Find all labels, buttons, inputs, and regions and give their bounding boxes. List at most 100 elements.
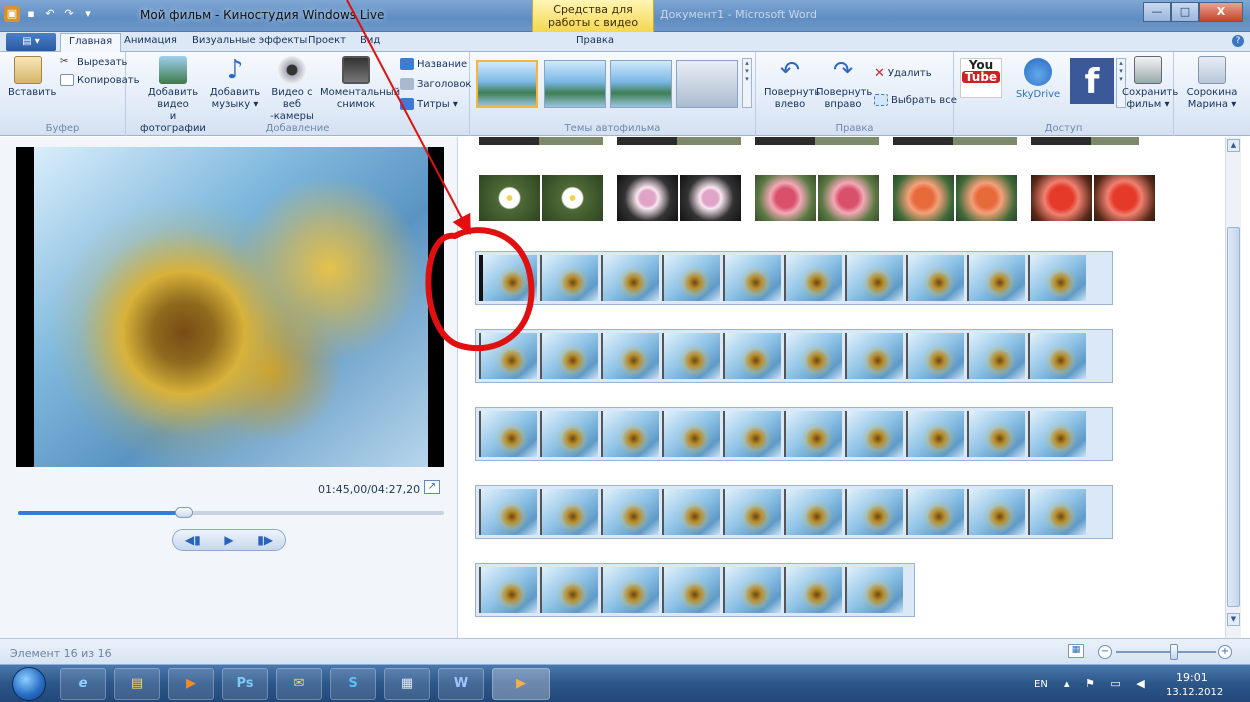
rotate-left-button[interactable]: ↶ Повернуть влево bbox=[764, 56, 820, 111]
video-clip-strip-3[interactable] bbox=[475, 407, 1113, 461]
clock-date[interactable]: 13.12.2012 bbox=[1166, 687, 1223, 698]
prev-frame-icon[interactable]: ◀▮ bbox=[185, 533, 201, 547]
tab-visual-effects[interactable]: Визуальные эффекты bbox=[192, 35, 307, 46]
video-frame bbox=[601, 255, 659, 301]
app-menu-button[interactable]: ▤ ▾ bbox=[6, 33, 56, 51]
video-frame bbox=[662, 255, 720, 301]
add-music-button[interactable]: ♪ Добавить музыку ▾ bbox=[206, 56, 264, 111]
rotate-right-button[interactable]: ↷ Повернуть вправо bbox=[816, 56, 872, 111]
save-icon[interactable]: ▪ bbox=[23, 6, 39, 22]
calculator-icon[interactable]: ▦ bbox=[384, 668, 430, 700]
skydrive-button[interactable]: SkyDrive bbox=[1010, 58, 1066, 101]
tab-animation[interactable]: Анимация bbox=[124, 35, 177, 46]
maximize-button[interactable]: □ bbox=[1171, 2, 1199, 22]
qat-dropdown-icon[interactable]: ▾ bbox=[80, 6, 96, 22]
caption-button[interactable]: Название bbox=[400, 58, 467, 70]
zoom-slider-track[interactable] bbox=[1116, 651, 1216, 653]
video-frame bbox=[662, 411, 720, 457]
photo-clip-red-rose[interactable] bbox=[1031, 175, 1155, 221]
video-frame bbox=[540, 411, 598, 457]
theme-contemporary[interactable] bbox=[544, 60, 606, 108]
mail-icon[interactable]: ✉ bbox=[276, 668, 322, 700]
next-frame-icon[interactable]: ▮▶ bbox=[257, 533, 273, 547]
movie-maker-icon[interactable]: ▶ bbox=[492, 668, 550, 700]
select-all-button[interactable]: Выбрать все bbox=[874, 94, 957, 106]
storyboard bbox=[459, 137, 1225, 638]
video-frame bbox=[662, 567, 720, 613]
video-frame bbox=[906, 333, 964, 379]
media-player-icon[interactable]: ▶ bbox=[168, 668, 214, 700]
explorer-icon[interactable]: ▤ bbox=[114, 668, 160, 700]
save-movie-button[interactable]: Сохранить фильм ▾ bbox=[1122, 56, 1178, 111]
video-frame bbox=[845, 489, 903, 535]
tray-icons[interactable]: ▴ ⚑ ▭ ◀ bbox=[1064, 677, 1151, 690]
user-account-button[interactable]: Сорокина Марина ▾ bbox=[1180, 56, 1244, 111]
video-frame bbox=[845, 333, 903, 379]
main-area: 01:45,00/04:27,20 ↗ ◀▮ ▶ ▮▶ ▲ ▼ bbox=[0, 137, 1250, 638]
photo-clip-pink-flower[interactable] bbox=[755, 175, 879, 221]
zoom-in-icon[interactable]: + bbox=[1218, 645, 1232, 659]
zoom-slider-thumb[interactable] bbox=[1170, 644, 1178, 660]
start-button[interactable] bbox=[12, 667, 46, 701]
app-icon[interactable]: ▣ bbox=[4, 6, 20, 22]
group-share: You Tube SkyDrive f ▴ ▾ ▾ Сохранить фильм … bbox=[954, 52, 1178, 136]
popout-preview-icon[interactable]: ↗ bbox=[424, 480, 440, 494]
webcam-icon bbox=[278, 56, 306, 84]
scroll-down-icon[interactable]: ▼ bbox=[1227, 613, 1240, 626]
youtube-button[interactable]: You Tube bbox=[960, 58, 1002, 98]
photo-row bbox=[479, 175, 1155, 221]
redo-icon[interactable]: ↷ bbox=[61, 6, 77, 22]
vertical-scrollbar[interactable]: ▲ ▼ bbox=[1225, 137, 1241, 638]
thumbnail-size-icon[interactable]: ▦ bbox=[1068, 644, 1084, 658]
video-clip-strip-1[interactable] bbox=[475, 251, 1113, 305]
theme-cinematic[interactable] bbox=[610, 60, 672, 108]
webcam-video-button[interactable]: Видео с веб -камеры bbox=[262, 56, 322, 123]
snapshot-icon bbox=[342, 56, 370, 84]
minimize-button[interactable]: — bbox=[1143, 2, 1171, 22]
scroll-thumb[interactable] bbox=[1227, 227, 1240, 607]
video-frame bbox=[845, 255, 903, 301]
photoshop-icon[interactable]: Ps bbox=[222, 668, 268, 700]
help-icon[interactable]: ? bbox=[1232, 35, 1244, 47]
video-frame bbox=[479, 489, 537, 535]
credits-button[interactable]: Титры ▾ bbox=[400, 98, 458, 110]
video-frame bbox=[784, 567, 842, 613]
tab-edit[interactable]: Правка bbox=[576, 35, 614, 46]
video-frame bbox=[479, 411, 537, 457]
video-frame bbox=[601, 411, 659, 457]
photo-clip-daisy[interactable] bbox=[479, 175, 603, 221]
snapshot-button[interactable]: Моментальный снимок bbox=[320, 56, 400, 111]
video-preview[interactable] bbox=[16, 147, 444, 467]
photo-clip-orchid[interactable] bbox=[617, 175, 741, 221]
undo-icon[interactable]: ↶ bbox=[42, 6, 58, 22]
tab-view[interactable]: Вид bbox=[360, 35, 380, 46]
tab-project[interactable]: Проект bbox=[308, 35, 346, 46]
language-indicator[interactable]: EN bbox=[1034, 679, 1048, 690]
seek-bar[interactable] bbox=[18, 507, 444, 518]
word-icon[interactable]: W bbox=[438, 668, 484, 700]
select-all-icon bbox=[874, 94, 888, 106]
theme-fade[interactable] bbox=[676, 60, 738, 108]
video-clip-strip-2[interactable] bbox=[475, 329, 1113, 383]
seek-thumb[interactable] bbox=[175, 507, 194, 518]
paste-button[interactable]: Вставить bbox=[8, 56, 56, 99]
video-clip-strip-5[interactable] bbox=[475, 563, 915, 617]
video-frame bbox=[906, 255, 964, 301]
title-button[interactable]: Заголовок bbox=[400, 78, 471, 90]
close-button[interactable]: X bbox=[1199, 2, 1243, 22]
video-clip-strip-4[interactable] bbox=[475, 485, 1113, 539]
ie-icon[interactable]: e bbox=[60, 668, 106, 700]
scroll-up-icon[interactable]: ▲ bbox=[1227, 139, 1240, 152]
facebook-button[interactable]: f bbox=[1070, 58, 1114, 104]
cut-button[interactable]: ✂ Вырезать bbox=[60, 56, 127, 68]
clock-time[interactable]: 19:01 bbox=[1176, 671, 1208, 684]
timecode: 01:45,00/04:27,20 bbox=[318, 483, 421, 496]
theme-gallery-scroll[interactable]: ▴ ▾ ▾ bbox=[742, 58, 752, 108]
zoom-out-icon[interactable]: − bbox=[1098, 645, 1112, 659]
skype-icon[interactable]: S bbox=[330, 668, 376, 700]
delete-button[interactable]: ✕ Удалить bbox=[874, 66, 932, 81]
play-icon[interactable]: ▶ bbox=[224, 533, 233, 547]
theme-default[interactable] bbox=[476, 60, 538, 108]
photo-clip-rose[interactable] bbox=[893, 175, 1017, 221]
tab-home[interactable]: Главная bbox=[60, 33, 122, 53]
